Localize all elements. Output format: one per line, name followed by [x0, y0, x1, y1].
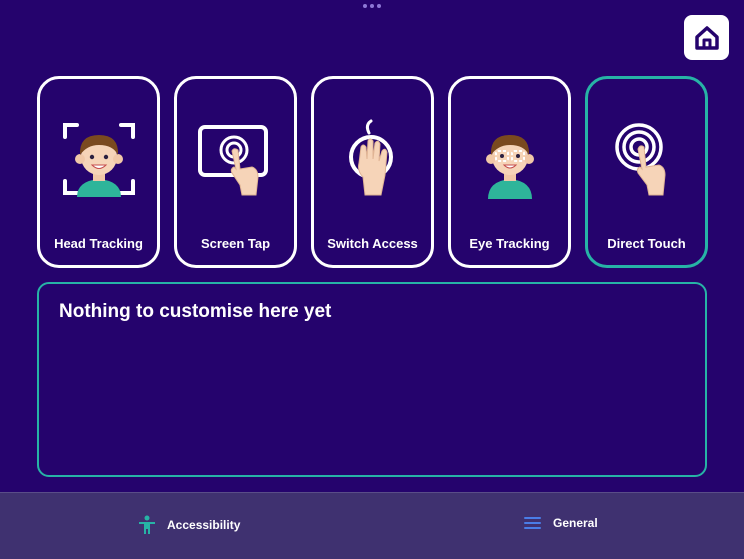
menu-lines-icon: [524, 517, 541, 529]
switch-access-icon: [348, 119, 393, 196]
bottom-tab-bar: Accessibility General: [0, 492, 744, 559]
grabber-dot: [363, 4, 367, 8]
mode-label: Head Tracking: [54, 236, 143, 251]
home-icon: [694, 25, 719, 50]
eye-tracking-icon: [485, 135, 534, 199]
mode-card-head-tracking[interactable]: Head Tracking: [37, 76, 160, 268]
home-button[interactable]: [684, 15, 729, 60]
tab-accessibility[interactable]: Accessibility: [137, 515, 240, 535]
mode-label: Eye Tracking: [469, 236, 550, 251]
customise-panel: Nothing to customise here yet: [37, 282, 707, 477]
tab-label: General: [553, 516, 598, 530]
accessibility-person-icon: [139, 515, 155, 534]
head-tracking-icon: [62, 123, 135, 197]
mode-card-eye-tracking[interactable]: Eye Tracking: [448, 76, 571, 268]
input-mode-cards: Head Tracking Screen Tap Switch Access E…: [37, 76, 708, 268]
tab-label: Accessibility: [167, 518, 241, 532]
direct-touch-icon: [614, 123, 666, 196]
mode-label: Screen Tap: [200, 236, 271, 251]
mode-card-direct-touch[interactable]: Direct Touch: [585, 76, 708, 268]
mode-label: Direct Touch: [607, 236, 686, 251]
panel-title: Nothing to customise here yet: [59, 301, 332, 322]
screen-tap-icon: [197, 125, 268, 196]
grabber-dot: [370, 4, 374, 8]
window-grabber[interactable]: [363, 4, 381, 8]
mode-label: Switch Access: [327, 236, 418, 251]
tab-general[interactable]: General: [523, 515, 598, 531]
grabber-dot: [377, 4, 381, 8]
mode-card-screen-tap[interactable]: Screen Tap: [174, 76, 297, 268]
mode-card-switch-access[interactable]: Switch Access: [311, 76, 434, 268]
